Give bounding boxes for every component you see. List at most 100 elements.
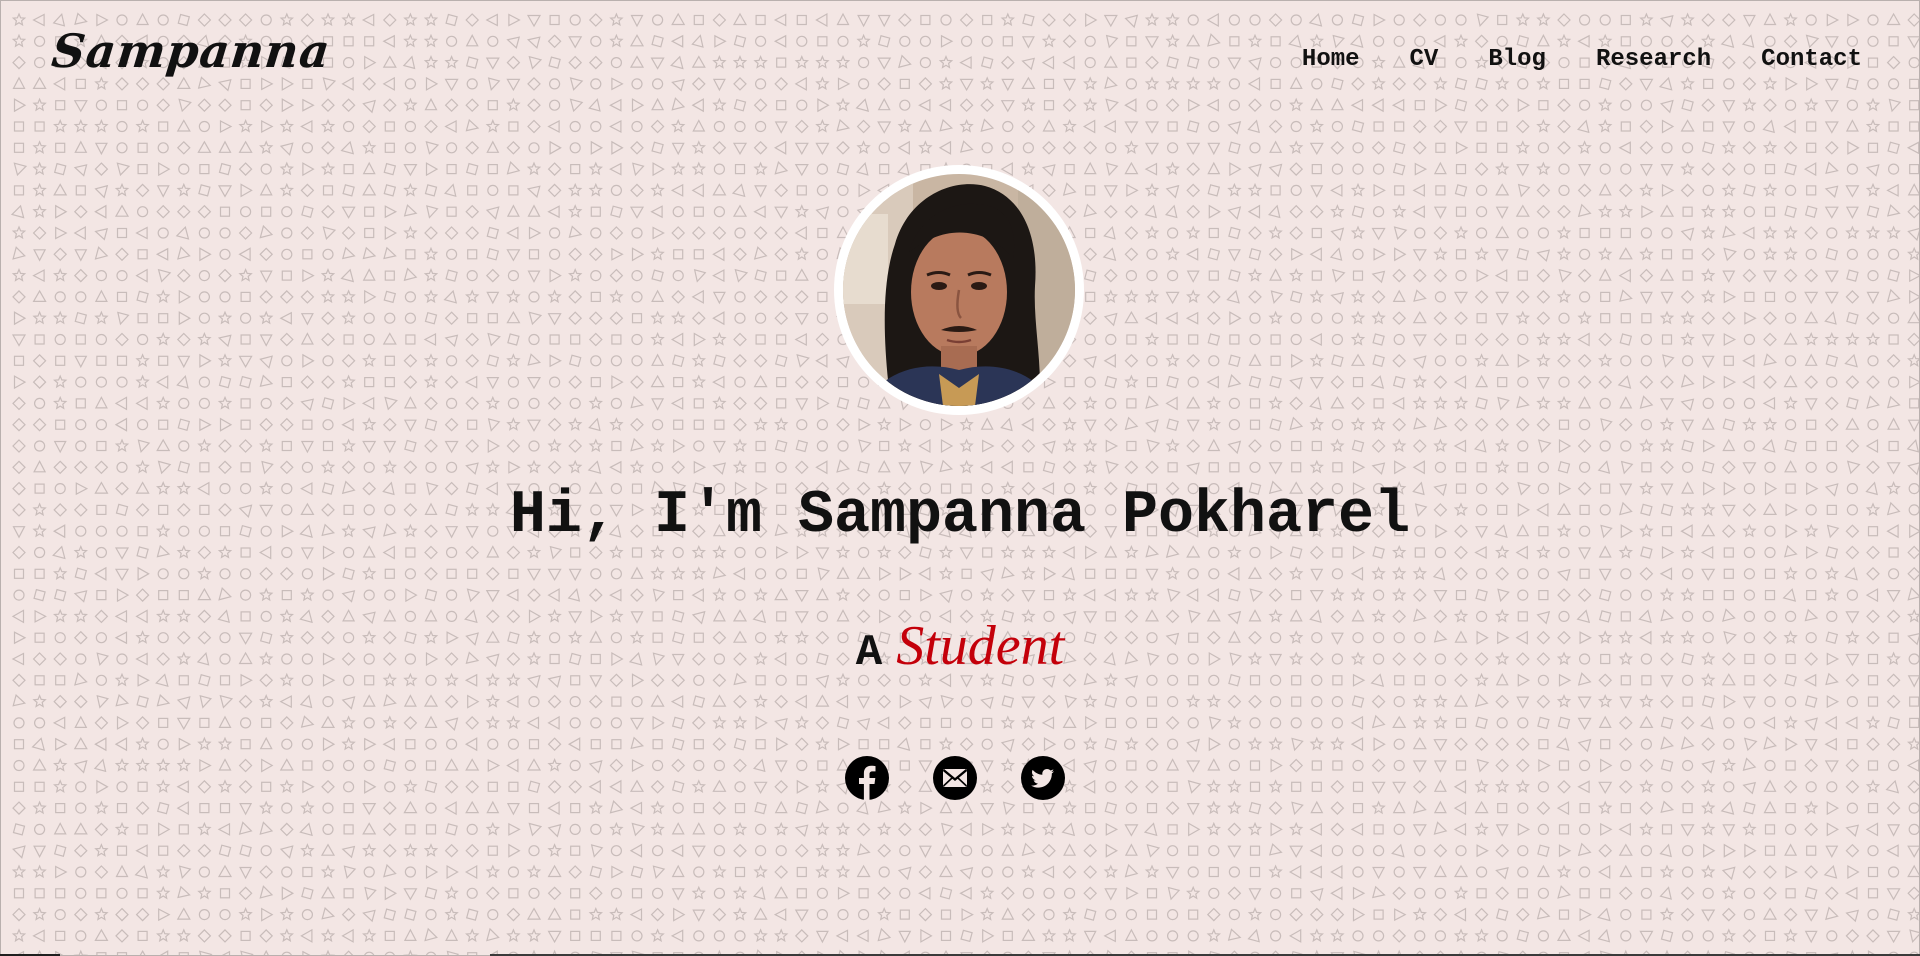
pattern-shape [590,930,601,942]
pattern-shape [506,802,520,816]
pattern-shape [506,310,521,324]
pattern-shape [753,417,768,431]
pattern-shape [1742,354,1755,368]
site-logo[interactable]: Sampanna [49,24,333,78]
pattern-shape [1330,779,1345,794]
pattern-shape [610,397,623,409]
pattern-shape [1517,227,1529,239]
pattern-shape [1784,460,1798,473]
pattern-shape [1784,291,1797,303]
pattern-shape [467,419,478,430]
pattern-shape [1743,120,1756,133]
pattern-shape [34,568,45,579]
pattern-shape [1887,568,1900,580]
pattern-shape [858,888,869,899]
nav-cv-link[interactable]: CV [1410,46,1439,73]
pattern-shape [1227,373,1242,388]
pattern-shape [754,845,767,857]
pattern-shape [1330,822,1345,837]
pattern-shape [197,929,212,943]
pattern-shape [96,589,107,601]
pattern-shape [794,909,809,922]
pattern-shape [547,864,562,878]
pattern-shape [568,354,582,368]
pattern-shape [1824,140,1839,155]
pattern-shape [1291,696,1302,707]
pattern-shape [1228,759,1241,772]
pattern-shape [1371,227,1386,241]
pattern-shape [96,694,109,709]
pattern-shape [1865,715,1881,730]
pattern-shape [1474,800,1489,814]
pattern-shape [13,717,25,729]
pattern-shape [1495,183,1510,196]
pattern-shape [611,696,622,707]
pattern-shape [526,907,542,920]
pattern-shape [199,802,210,814]
pattern-shape [1455,355,1467,367]
pattern-shape [1023,462,1034,473]
pattern-shape [343,334,354,345]
pattern-shape [1886,801,1901,815]
pattern-shape [1619,289,1633,302]
pattern-shape [631,888,643,899]
twitter-link[interactable] [1021,756,1065,800]
pattern-shape [1455,845,1467,857]
pattern-shape [1208,204,1222,219]
pattern-shape [938,140,952,155]
pattern-shape [424,566,438,581]
pattern-shape [1229,462,1240,473]
pattern-shape [1846,397,1859,410]
pattern-shape [629,908,643,922]
nav-home-link[interactable]: Home [1302,46,1360,73]
pattern-shape [691,183,704,198]
pattern-shape [774,865,789,879]
pattern-shape [672,206,684,218]
pattern-shape [1000,588,1015,602]
pattern-shape [1845,375,1860,389]
pattern-shape [32,226,47,240]
email-link[interactable] [933,756,977,800]
pattern-shape [856,929,869,943]
pattern-shape [1907,332,1920,347]
pattern-shape [1866,395,1880,409]
pattern-shape [590,355,602,367]
pattern-shape [856,801,869,815]
pattern-shape [837,377,849,388]
pattern-shape [1556,331,1572,346]
pattern-shape [238,821,253,835]
pattern-shape [1661,249,1673,260]
nav-research-link[interactable]: Research [1596,46,1711,73]
pattern-shape [444,183,457,198]
pattern-shape [712,291,726,305]
pattern-shape [114,396,128,411]
pattern-shape [1701,225,1716,240]
pattern-shape [610,184,623,196]
pattern-shape [713,206,726,218]
facebook-link[interactable] [845,756,889,800]
pattern-shape [1783,268,1798,283]
pattern-shape [547,801,560,816]
pattern-shape [94,460,109,475]
pattern-shape [1784,419,1797,431]
nav-blog-link[interactable]: Blog [1488,46,1546,73]
pattern-shape [1762,182,1778,197]
pattern-shape [1041,865,1055,879]
pattern-shape [1166,418,1179,431]
pattern-shape [1557,461,1571,474]
pattern-shape [155,950,169,956]
pattern-shape [1247,204,1261,219]
pattern-shape [1579,568,1590,579]
pattern-shape [1062,140,1077,155]
pattern-shape [425,908,437,921]
pattern-shape [1517,822,1531,836]
pattern-shape [135,844,148,858]
pattern-shape [1723,717,1735,729]
pattern-shape [670,929,684,943]
pattern-shape [1288,928,1302,943]
pattern-shape [1085,715,1098,730]
nav-contact-link[interactable]: Contact [1761,46,1862,73]
pattern-shape [1105,822,1119,836]
pattern-shape [343,164,354,175]
pattern-shape [753,226,768,240]
